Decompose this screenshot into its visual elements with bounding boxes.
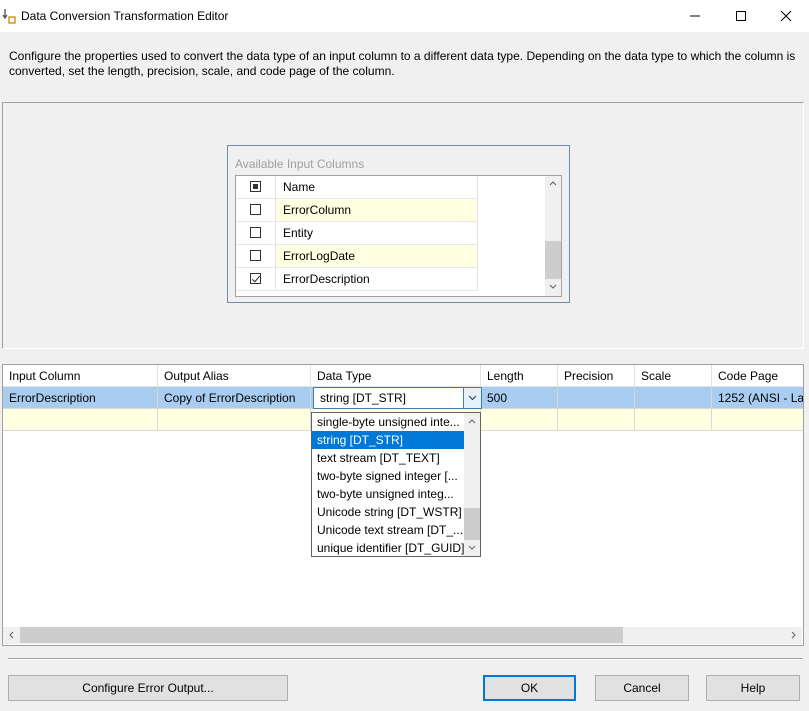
scroll-right-icon[interactable]: [791, 631, 797, 639]
dropdown-scrollbar[interactable]: [464, 413, 480, 556]
output-alias-cell[interactable]: Copy of ErrorDescription: [158, 387, 311, 409]
help-button[interactable]: Help: [706, 675, 800, 701]
column-checkbox[interactable]: [250, 204, 261, 215]
maximize-button[interactable]: [718, 0, 764, 32]
header-code-page[interactable]: Code Page: [712, 365, 803, 387]
chevron-down-icon: [468, 395, 477, 401]
name-header: Name: [276, 176, 478, 199]
combo-dropdown-button[interactable]: [463, 388, 481, 408]
column-checkbox[interactable]: [250, 273, 261, 284]
scrollbar-thumb[interactable]: [545, 241, 561, 279]
input-column-cell[interactable]: ErrorDescription: [3, 387, 158, 409]
dropdown-option[interactable]: two-byte signed integer [...: [312, 467, 464, 485]
new-row-cell[interactable]: [158, 409, 311, 431]
dropdown-option[interactable]: Unicode string [DT_WSTR]: [312, 503, 464, 521]
close-icon: [780, 10, 792, 22]
grid-horizontal-scrollbar[interactable]: [3, 627, 802, 644]
header-scale[interactable]: Scale: [635, 365, 712, 387]
scroll-left-icon[interactable]: [8, 631, 14, 639]
new-row-cell[interactable]: [3, 409, 158, 431]
new-row-cell[interactable]: [481, 409, 558, 431]
header-precision[interactable]: Precision: [558, 365, 635, 387]
data-type-dropdown-list[interactable]: single-byte unsigned inte... string [DT_…: [311, 412, 481, 557]
select-all-cell[interactable]: [236, 176, 276, 199]
minimize-button[interactable]: [672, 0, 718, 32]
header-data-type[interactable]: Data Type: [311, 365, 481, 387]
scroll-down-icon[interactable]: [549, 284, 557, 290]
description-text: Configure the properties used to convert…: [9, 49, 796, 78]
dropdown-option[interactable]: Unicode text stream [DT_...: [312, 521, 464, 539]
column-name: ErrorLogDate: [276, 245, 478, 268]
column-name: ErrorColumn: [276, 199, 478, 222]
data-type-combobox[interactable]: string [DT_STR]: [313, 387, 482, 409]
list-item[interactable]: ErrorColumn: [236, 199, 544, 222]
columns-scrollbar[interactable]: [545, 176, 561, 296]
minimize-icon: [690, 15, 700, 17]
list-item[interactable]: ErrorDescription: [236, 268, 544, 291]
maximize-icon: [736, 11, 746, 21]
dropdown-option[interactable]: unique identifier [DT_GUID]: [312, 539, 464, 556]
new-row-cell[interactable]: [558, 409, 635, 431]
column-name: Entity: [276, 222, 478, 245]
configure-error-output-button[interactable]: Configure Error Output...: [8, 675, 288, 701]
available-columns-title: Available Input Columns: [235, 157, 365, 171]
column-checkbox[interactable]: [250, 227, 261, 238]
window-title: Data Conversion Transformation Editor: [21, 9, 229, 23]
precision-cell[interactable]: [558, 387, 635, 409]
scrollbar-thumb[interactable]: [20, 627, 623, 643]
data-type-value: string [DT_STR]: [320, 391, 407, 405]
column-checkbox[interactable]: [250, 250, 261, 261]
dropdown-option-selected[interactable]: string [DT_STR]: [312, 431, 464, 449]
data-conversion-icon: [2, 9, 16, 24]
columns-header-row: Name: [236, 176, 544, 199]
separator: [8, 658, 803, 660]
dropdown-option[interactable]: two-byte unsigned integ...: [312, 485, 464, 503]
scroll-up-icon[interactable]: [549, 180, 557, 186]
scroll-up-icon[interactable]: [468, 418, 476, 424]
list-item[interactable]: Entity: [236, 222, 544, 245]
new-row-cell[interactable]: [712, 409, 803, 431]
column-name: ErrorDescription: [276, 268, 478, 291]
length-cell[interactable]: 500: [481, 387, 558, 409]
dropdown-option[interactable]: text stream [DT_TEXT]: [312, 449, 464, 467]
dropdown-option[interactable]: single-byte unsigned inte...: [312, 413, 464, 431]
select-all-checkbox[interactable]: [250, 181, 261, 192]
cancel-button[interactable]: Cancel: [595, 675, 689, 701]
scrollbar-thumb[interactable]: [464, 508, 480, 540]
scale-cell[interactable]: [635, 387, 712, 409]
header-length[interactable]: Length: [481, 365, 558, 387]
close-button[interactable]: [763, 0, 809, 32]
available-columns-list: Name ErrorColumn Entity ErrorLogDate Err…: [235, 175, 562, 297]
code-page-cell[interactable]: 1252 (ANSI - Lat: [712, 387, 803, 409]
header-output-alias[interactable]: Output Alias: [158, 365, 311, 387]
ok-button[interactable]: OK: [483, 675, 576, 701]
scroll-down-icon[interactable]: [468, 545, 476, 551]
list-item[interactable]: ErrorLogDate: [236, 245, 544, 268]
header-input-column[interactable]: Input Column: [3, 365, 158, 387]
new-row-cell[interactable]: [635, 409, 712, 431]
